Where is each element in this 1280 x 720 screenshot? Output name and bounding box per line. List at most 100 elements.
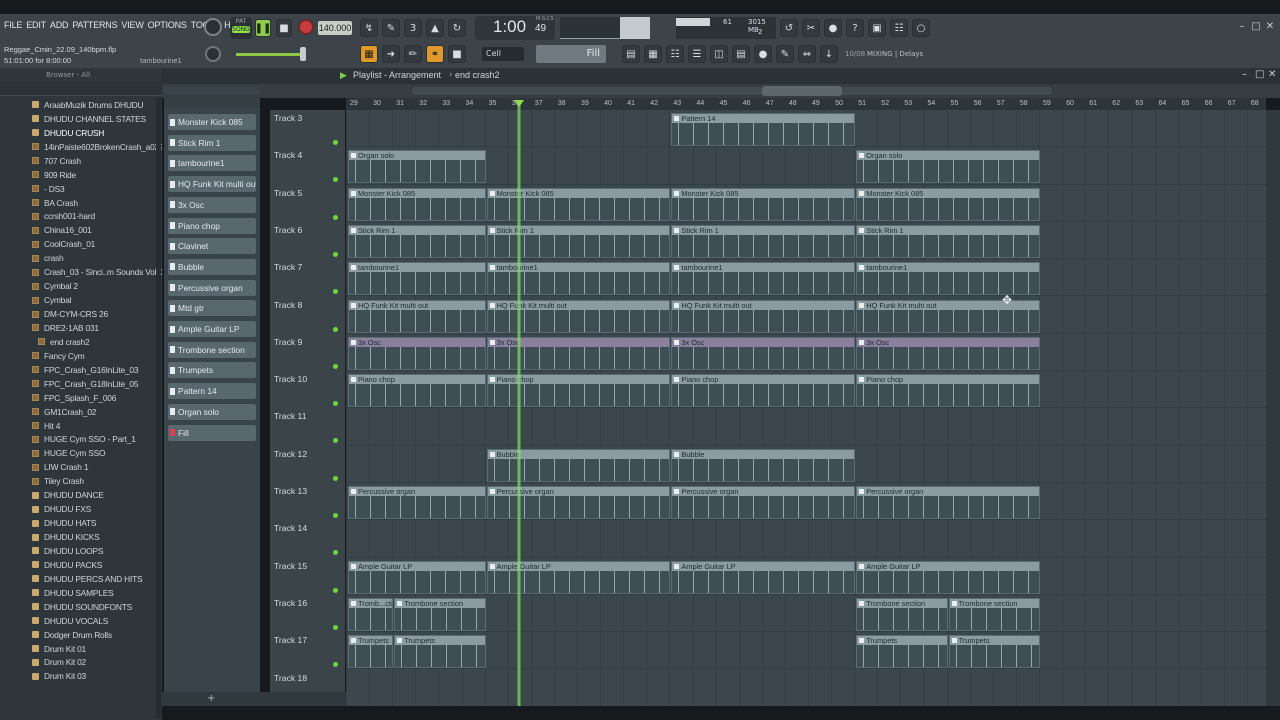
track-name[interactable]: Track 4 bbox=[274, 150, 302, 160]
pattern-clip[interactable]: Ample Guitar LP bbox=[348, 560, 486, 594]
pattern-clip[interactable]: Stick Rim 1 bbox=[486, 224, 671, 258]
play-arrow-icon[interactable]: ▶ bbox=[340, 71, 347, 81]
plugin-icon[interactable]: ☷ bbox=[890, 19, 908, 37]
browser-file[interactable]: Tiley Crash bbox=[0, 474, 162, 488]
menu-edit[interactable]: EDIT bbox=[26, 20, 46, 34]
pattern-item[interactable]: Organ solo bbox=[168, 403, 256, 420]
browser-folder[interactable]: DHUDU VOCALS bbox=[0, 614, 162, 628]
pattern-clip[interactable]: Percussive organ bbox=[348, 486, 486, 519]
pattern-item[interactable]: Clavinet bbox=[168, 238, 256, 255]
playlist-icon[interactable]: ▤ bbox=[622, 45, 640, 63]
mixer-icon[interactable]: ☰ bbox=[688, 45, 706, 63]
browser-file[interactable]: HUGE Cym SSO bbox=[0, 446, 162, 460]
pattern-item[interactable]: HQ Funk Kit multi out bbox=[168, 176, 256, 193]
browser-folder[interactable]: DHUDU PACKS bbox=[0, 558, 162, 572]
pattern-item[interactable]: Fill bbox=[168, 424, 256, 441]
pattern-clip[interactable]: Bubble bbox=[486, 448, 671, 482]
pattern-item[interactable]: Ample Guitar LP bbox=[168, 321, 256, 337]
mic-icon[interactable]: ● bbox=[824, 19, 842, 37]
piano-roll-icon[interactable]: ▦ bbox=[644, 45, 662, 63]
pattern-clip[interactable]: 3x Osc bbox=[486, 336, 671, 370]
track-name[interactable]: Track 16 bbox=[274, 598, 307, 608]
menu-file[interactable]: FILE bbox=[4, 20, 22, 34]
channel-icon[interactable]: ◫ bbox=[710, 45, 728, 63]
horizontal-scrollbar[interactable] bbox=[412, 87, 1052, 95]
record-button[interactable] bbox=[298, 19, 314, 35]
pattern-clip[interactable]: tambourine1 bbox=[486, 262, 671, 296]
track-mute-led[interactable] bbox=[333, 177, 338, 183]
browser-folder[interactable]: DHUDU PERCS AND HITS bbox=[0, 572, 162, 586]
browser-file[interactable]: Fancy Cym bbox=[0, 349, 162, 363]
track-name[interactable]: Track 9 bbox=[274, 337, 302, 347]
pattern-clip[interactable]: HQ Funk Kit multi out bbox=[856, 299, 1040, 333]
browser-folder[interactable]: DHUDU HATS bbox=[0, 516, 162, 530]
pattern-clip[interactable]: Monster Kick 085 bbox=[671, 187, 856, 221]
playlist-close-icon[interactable]: ✕ bbox=[1268, 69, 1276, 80]
track-lane[interactable] bbox=[346, 408, 1266, 446]
menu-options[interactable]: OPTIONS bbox=[148, 20, 187, 34]
track-name[interactable]: Track 11 bbox=[274, 411, 306, 421]
pattern-item[interactable]: Pattern 14 bbox=[168, 383, 256, 400]
pattern-item[interactable]: Bubble bbox=[168, 258, 256, 275]
pattern-clip[interactable]: Percussive organ bbox=[856, 486, 1040, 519]
browser-file[interactable]: GM1Crash_02 bbox=[0, 405, 162, 419]
track-mute-led[interactable] bbox=[333, 140, 338, 145]
pattern-clip[interactable]: tambourine1 bbox=[671, 262, 856, 296]
timeline-ruler[interactable]: 29 30 31 32 33 34 35 36 37 38 39 40 41 42 43 44 45 46 47 48… bbox=[346, 98, 1266, 110]
pattern-clip[interactable]: Ample Guitar LP bbox=[486, 560, 671, 594]
track-mute-led[interactable] bbox=[333, 475, 338, 481]
browser-folder[interactable]: AraabMuzik Drums DHUDU bbox=[0, 98, 162, 112]
track-name[interactable]: Track 12 bbox=[274, 449, 307, 459]
track-name[interactable]: Track 15 bbox=[274, 561, 307, 571]
pattern-clip[interactable]: Monster Kick 085 bbox=[348, 187, 486, 221]
playlist-maximize-icon[interactable]: □ bbox=[1255, 69, 1264, 80]
pattern-clip[interactable]: Piano chop bbox=[348, 374, 486, 408]
master-pitch-handle[interactable] bbox=[300, 47, 306, 61]
track-name[interactable]: Track 5 bbox=[274, 188, 302, 198]
channel-rack-icon[interactable]: ☷ bbox=[666, 45, 684, 63]
add-pattern-icon[interactable]: + bbox=[207, 693, 215, 704]
track-mute-led[interactable] bbox=[333, 214, 338, 220]
pattern-clip[interactable]: Organ solo bbox=[856, 150, 1040, 184]
browser-file[interactable]: end crash2 bbox=[0, 335, 162, 349]
pattern-item[interactable]: Mtd gtr bbox=[168, 300, 256, 317]
browser-file[interactable]: Cymbal bbox=[0, 293, 162, 307]
undo-history-icon[interactable]: ↺ bbox=[780, 19, 798, 37]
track-mute-led[interactable] bbox=[333, 587, 338, 593]
pattern-item[interactable]: Trumpets bbox=[168, 362, 256, 379]
pattern-clip[interactable]: Percussive organ bbox=[486, 486, 671, 519]
pattern-clip[interactable]: Stick Rim 1 bbox=[856, 224, 1040, 258]
pattern-item[interactable]: Monster Kick 085 bbox=[168, 114, 256, 130]
playlist-minimize-icon[interactable]: – bbox=[1242, 69, 1247, 80]
track-name[interactable]: Track 3 bbox=[274, 113, 302, 123]
track-mute-led[interactable] bbox=[333, 289, 338, 295]
pattern-item[interactable]: Trombone section bbox=[168, 341, 256, 358]
browser-file[interactable]: LIW Crash 1 bbox=[0, 460, 162, 474]
link-icon[interactable]: ⚭ bbox=[426, 45, 444, 63]
browser-scrollbar[interactable] bbox=[156, 98, 161, 718]
tempo-display[interactable]: 140.000 bbox=[318, 21, 352, 35]
track-name[interactable]: Track 7 bbox=[274, 262, 302, 272]
pattern-clip[interactable]: Trumpets bbox=[856, 635, 948, 669]
pattern-item[interactable]: 3x Osc bbox=[168, 196, 256, 213]
browser-file[interactable]: Cymbal 2 bbox=[0, 279, 162, 293]
help-icon[interactable]: ? bbox=[846, 19, 864, 37]
track-mute-led[interactable] bbox=[333, 624, 338, 630]
track-name[interactable]: Track 10 bbox=[274, 374, 307, 384]
browser-folder[interactable]: Dodger Drum Rolls bbox=[0, 628, 162, 642]
scroll-thumb[interactable] bbox=[762, 86, 842, 96]
track-mute-led[interactable] bbox=[333, 401, 338, 407]
pattern-clip[interactable]: Trombone section bbox=[394, 597, 486, 631]
browser-folder[interactable]: DHUDU KICKS bbox=[0, 530, 162, 544]
pattern-clip[interactable]: Percussive organ bbox=[671, 486, 856, 519]
pattern-clip[interactable]: Piano chop bbox=[486, 374, 671, 408]
paint-icon[interactable]: ✏ bbox=[404, 45, 422, 63]
pattern-clip[interactable]: Bubble bbox=[671, 448, 856, 482]
menu-add[interactable]: ADD bbox=[50, 20, 69, 34]
track-mute-led[interactable] bbox=[333, 326, 338, 332]
pattern-clip[interactable]: 3x Osc bbox=[348, 336, 486, 370]
arrow-right-icon[interactable]: ➜ bbox=[382, 45, 400, 63]
pattern-clip[interactable]: Monster Kick 085 bbox=[486, 187, 671, 221]
pattern-clip[interactable]: 3x Osc bbox=[856, 336, 1040, 370]
playhead-marker[interactable] bbox=[514, 100, 524, 107]
